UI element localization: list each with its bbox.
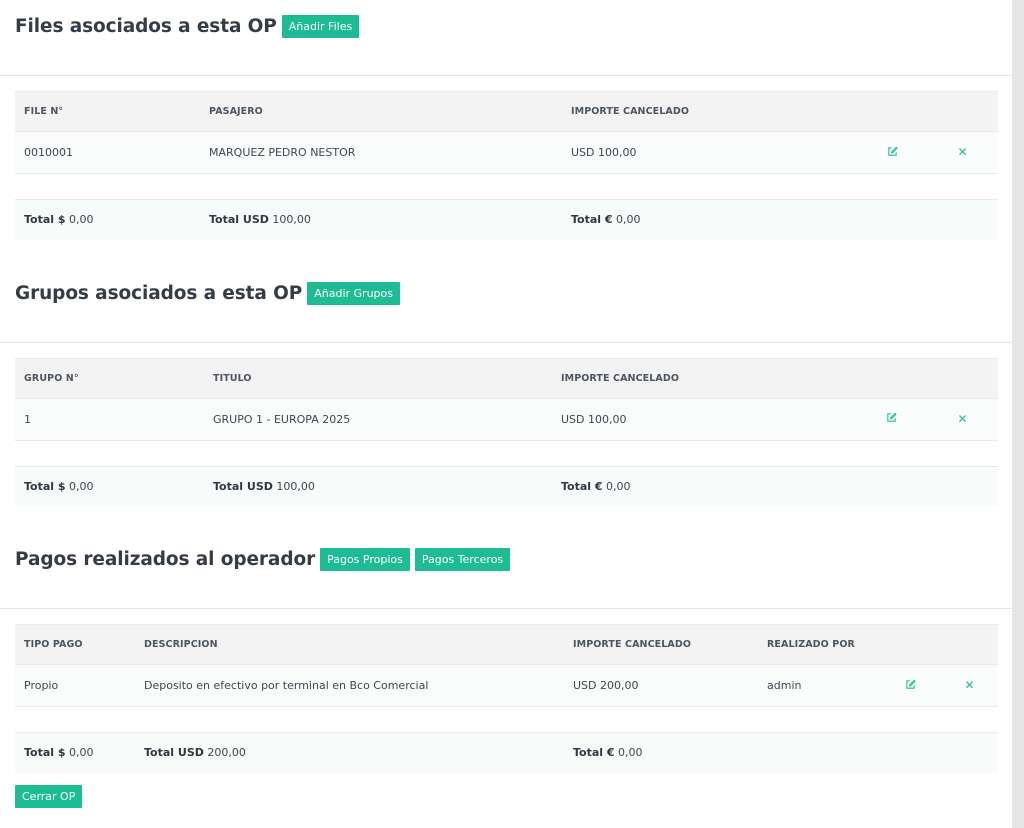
own-payments-button[interactable]: Pagos Propios [320, 548, 410, 571]
total-usd: Total USD 100,00 [200, 199, 562, 240]
delete-cell: ✕ [941, 664, 998, 707]
groups-table-header: GRUPO N° TITULO IMPORTE CANCELADO [15, 357, 998, 399]
column-header-payment-type: TIPO PAGO [15, 624, 135, 665]
groups-section-title: Grupos asociados a esta OP [15, 282, 303, 304]
made-by-cell: admin [758, 664, 879, 707]
add-groups-button[interactable]: Añadir Grupos [307, 281, 400, 305]
files-table-header: FILE N° PASAJERO IMPORTE CANCELADO [15, 91, 998, 132]
amount-cell: USD 100,00 [552, 398, 855, 441]
column-header-file-number: FILE N° [15, 91, 200, 132]
close-op-button[interactable]: Cerrar OP [15, 785, 83, 808]
table-spacer [15, 440, 998, 467]
total-usd: Total USD 100,00 [204, 466, 552, 506]
total-ars: Total $ 0,00 [15, 732, 135, 773]
table-spacer [15, 173, 998, 200]
edit-cell [855, 398, 927, 441]
edit-icon[interactable] [885, 412, 897, 424]
column-header-made-by: REALIZADO POR [758, 624, 879, 665]
passenger-cell: MARQUEZ PEDRO NESTOR [200, 131, 562, 174]
total-ars: Total $ 0,00 [15, 466, 204, 506]
groups-section-header: Grupos asociados a esta OP Añadir Grupos [0, 267, 1012, 343]
file-number-cell: 0010001 [15, 131, 200, 174]
column-header-delete [927, 357, 998, 399]
page-scrollbar[interactable] [1012, 0, 1024, 828]
third-party-payments-button[interactable]: Pagos Terceros [414, 548, 511, 571]
amount-cell: USD 100,00 [562, 131, 857, 174]
edit-cell [857, 131, 927, 174]
total-ars: Total $ 0,00 [15, 199, 200, 240]
files-table-wrap: FILE N° PASAJERO IMPORTE CANCELADO 00100… [0, 76, 1012, 240]
column-header-title: TITULO [204, 357, 552, 399]
groups-totals-row: Total $ 0,00 Total USD 100,00 Total € 0,… [15, 466, 998, 506]
edit-cell [879, 664, 941, 707]
payments-totals-row: Total $ 0,00 Total USD 200,00 Total € 0,… [15, 732, 998, 773]
op-detail-content: Files asociados a esta OP Añadir Files F… [0, 0, 1012, 773]
column-header-description: DESCRIPCION [135, 624, 564, 665]
files-totals-row: Total $ 0,00 Total USD 100,00 Total € 0,… [15, 199, 998, 240]
column-header-edit [879, 624, 941, 665]
table-row: 1 GRUPO 1 - EUROPA 2025 USD 100,00 ✕ [15, 398, 998, 441]
total-usd: Total USD 200,00 [135, 732, 564, 773]
column-header-group-number: GRUPO N° [15, 357, 204, 399]
column-header-edit [855, 357, 927, 399]
files-section-header: Files asociados a esta OP Añadir Files [0, 0, 1012, 76]
total-eur: Total € 0,00 [552, 466, 855, 506]
column-header-amount: IMPORTE CANCELADO [552, 357, 855, 399]
groups-table: GRUPO N° TITULO IMPORTE CANCELADO 1 GRUP… [15, 357, 998, 506]
close-icon[interactable]: ✕ [957, 413, 969, 425]
group-title-cell: GRUPO 1 - EUROPA 2025 [204, 398, 552, 441]
description-cell: Deposito en efectivo por terminal en Bco… [135, 664, 564, 707]
close-icon[interactable]: ✕ [964, 679, 976, 691]
total-eur: Total € 0,00 [564, 732, 758, 773]
column-header-amount: IMPORTE CANCELADO [564, 624, 758, 665]
amount-cell: USD 200,00 [564, 664, 758, 707]
payments-section-header: Pagos realizados al operador Pagos Propi… [0, 533, 1012, 609]
column-header-passenger: PASAJERO [200, 91, 562, 132]
files-section-title: Files asociados a esta OP [15, 16, 277, 37]
table-spacer [15, 706, 998, 733]
files-table: FILE N° PASAJERO IMPORTE CANCELADO 00100… [15, 91, 998, 240]
payments-table-header: TIPO PAGO DESCRIPCION IMPORTE CANCELADO … [15, 624, 998, 665]
delete-cell: ✕ [927, 398, 998, 441]
edit-icon[interactable] [886, 145, 898, 157]
add-files-button[interactable]: Añadir Files [281, 15, 360, 38]
groups-table-wrap: GRUPO N° TITULO IMPORTE CANCELADO 1 GRUP… [0, 343, 1012, 506]
column-header-delete [927, 91, 998, 132]
close-icon[interactable]: ✕ [957, 146, 969, 158]
payments-table: TIPO PAGO DESCRIPCION IMPORTE CANCELADO … [15, 624, 998, 773]
payments-section-title: Pagos realizados al operador [15, 549, 316, 570]
group-number-cell: 1 [15, 398, 204, 441]
delete-cell: ✕ [927, 131, 998, 174]
total-eur: Total € 0,00 [562, 199, 857, 240]
column-header-amount: IMPORTE CANCELADO [562, 91, 857, 132]
column-header-delete [941, 624, 998, 665]
table-row: Propio Deposito en efectivo por terminal… [15, 664, 998, 707]
payment-type-cell: Propio [15, 664, 135, 707]
column-header-edit [857, 91, 927, 132]
payments-table-wrap: TIPO PAGO DESCRIPCION IMPORTE CANCELADO … [0, 609, 1012, 773]
edit-icon[interactable] [904, 678, 916, 690]
table-row: 0010001 MARQUEZ PEDRO NESTOR USD 100,00 … [15, 131, 998, 174]
